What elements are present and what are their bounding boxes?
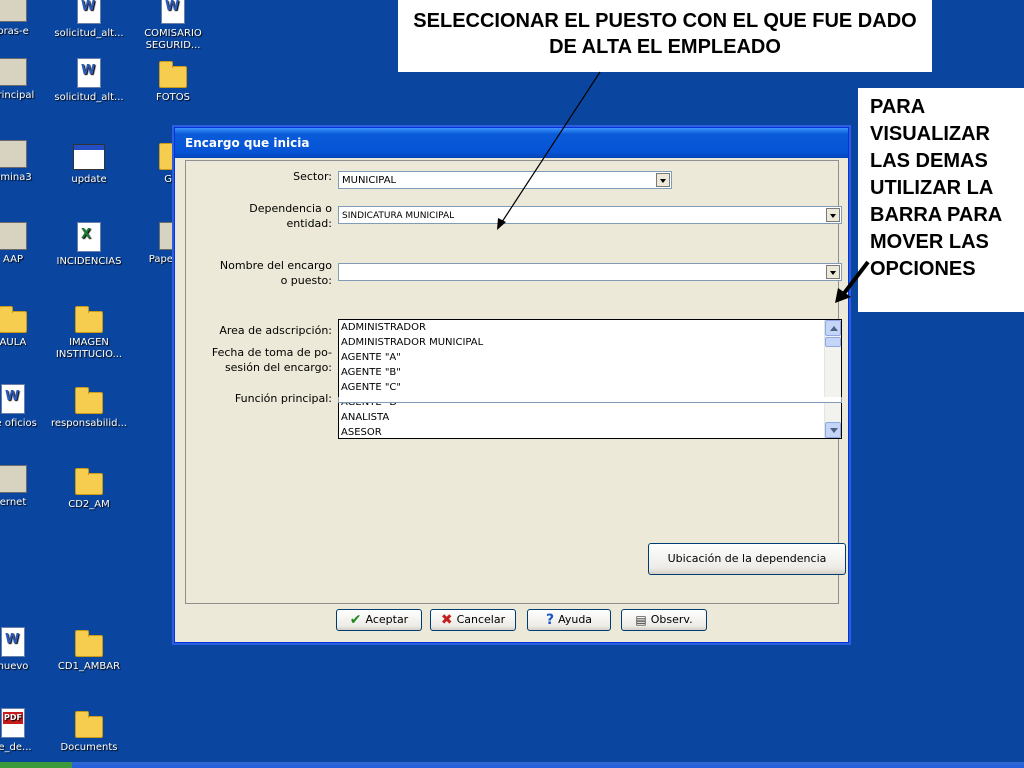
- arrow-to-scrollbar: [835, 260, 870, 303]
- annotation-arrows: [497, 71, 870, 303]
- start-button[interactable]: [0, 762, 72, 768]
- arrow-to-dropdown: [497, 71, 601, 230]
- taskbar: [0, 762, 1024, 768]
